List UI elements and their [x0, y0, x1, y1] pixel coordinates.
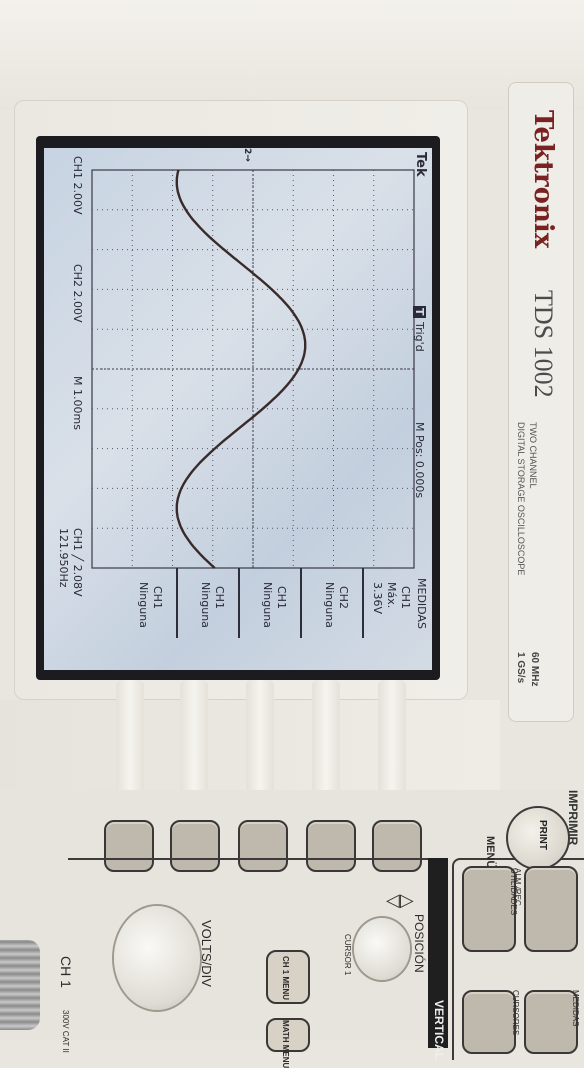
position-arrows-icon: ◁▷ [386, 890, 414, 910]
measure-item-value: 3.36V [371, 582, 384, 615]
model-subtitle-1: TWO CHANNEL [528, 422, 538, 489]
ch2-ground-marker: 2→ [242, 148, 252, 162]
cursor1-label: CURSOR 1 [343, 934, 352, 976]
model-name: TDS 1002 [529, 290, 558, 398]
measure-menu-divider [176, 568, 178, 638]
frequency-readout: 121.950Hz [57, 528, 70, 588]
softkey-ridge [180, 680, 208, 800]
utilities-label: UTILIDADES [509, 868, 518, 916]
measure-menu-divider [300, 568, 302, 638]
save-recall-button[interactable] [524, 866, 578, 952]
cat-rating-label: 300V CAT II [61, 1010, 70, 1053]
ch1-input-label: CH 1 [58, 956, 74, 988]
cursors-button[interactable] [462, 990, 516, 1054]
ch1-bnc-connector[interactable] [0, 940, 40, 1030]
measure-item-type: Ninguna [137, 582, 150, 628]
measure-item-source: CH1 [275, 586, 288, 609]
sample-rate-spec: 1 GS/s [515, 652, 526, 684]
cursors-label: CURSORES [511, 990, 520, 1036]
measure-item-type: Ninguna [323, 582, 336, 628]
volts-div-knob[interactable] [114, 906, 200, 1010]
trigger-marker: T [413, 306, 426, 318]
measure-item-type: Ninguna [261, 582, 274, 628]
measure-menu-title: MEDIDAS [415, 578, 428, 629]
measure-label: MEDIDAS [571, 990, 580, 1027]
vertical-label: VERTICAL [432, 1000, 446, 1060]
measure-item-source: CH1 [399, 586, 412, 609]
utilities-button[interactable] [462, 866, 516, 952]
ch2-scale: CH2 2.00V [71, 264, 84, 323]
softkey-ridge [246, 680, 274, 800]
measure-item-type: Ninguna [199, 582, 212, 628]
brand-name: Tektronix [528, 110, 558, 249]
timebase: M 1.00ms [71, 376, 84, 430]
measure-item-source: CH2 [337, 586, 350, 609]
measure-item-source: CH1 [151, 586, 164, 609]
softkey-ridge [378, 680, 406, 800]
measure-menu-divider [238, 568, 240, 638]
bandwidth-spec: 60 MHz [529, 652, 540, 687]
tek-logo: Tek [413, 152, 428, 177]
measure-item-type: Máx. [385, 582, 398, 609]
ch1-scale: CH1 2.00V [71, 156, 84, 215]
model-subtitle-2: DIGITAL STORAGE OSCILLOSCOPE [516, 422, 526, 576]
math-menu-label: MATH MENU [281, 1020, 290, 1068]
time-position: M Pos: 0.000s [413, 422, 426, 499]
brand-strip: Tektronix TDS 1002 TWO CHANNEL DIGITAL S… [508, 82, 574, 722]
instrument-top [0, 0, 584, 110]
trigger-status: Trig'd [413, 322, 426, 352]
position-label: POSICIÓN [412, 914, 426, 973]
measure-button[interactable] [524, 990, 578, 1054]
measure-item-source: CH1 [213, 586, 226, 609]
softkey-ridge [116, 680, 144, 800]
softkey-ridge [312, 680, 340, 800]
ch1-menu-label: CH 1 MENU [281, 956, 290, 1001]
trigger-info: CH1 ╱ 2.08V [71, 528, 84, 597]
volts-div-label: VOLTS/DIV [199, 920, 214, 987]
print-button-label: PRINT [537, 820, 548, 850]
position-knob[interactable] [354, 918, 410, 980]
print-button[interactable]: PRINT [506, 806, 570, 870]
measure-menu-divider [362, 568, 364, 638]
lcd-display: Tek T Trig'd M Pos: 0.000s CH1 2.00V CH2… [44, 148, 432, 670]
